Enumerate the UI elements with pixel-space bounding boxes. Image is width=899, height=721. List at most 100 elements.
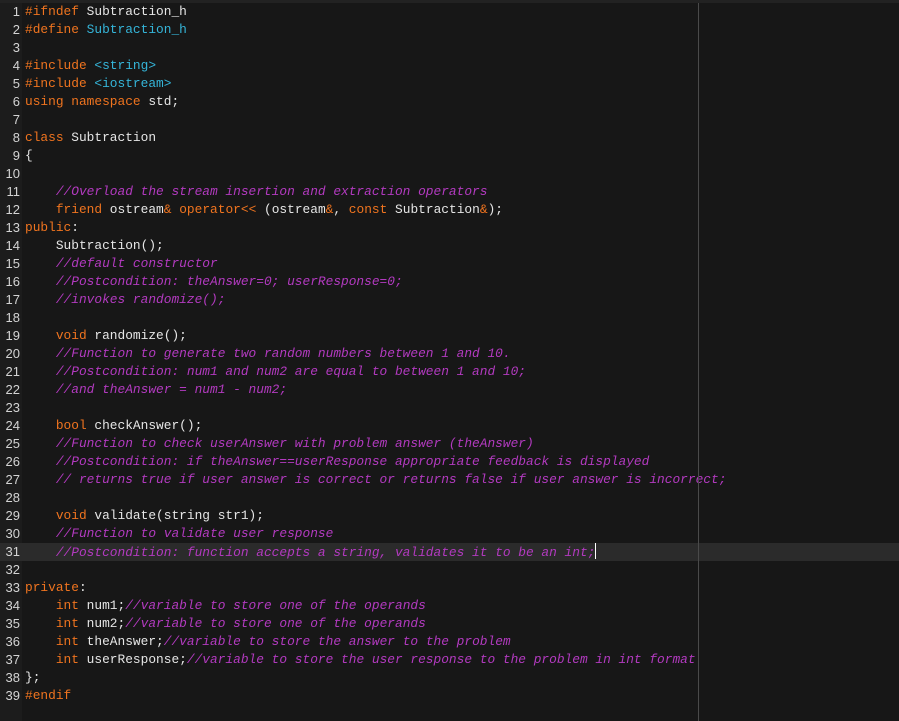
code-line[interactable]: 31 //Postcondition: function accepts a s… xyxy=(0,543,899,561)
line-number: 32 xyxy=(5,562,20,577)
identifier-token xyxy=(25,364,56,379)
code-line[interactable]: 28 xyxy=(0,489,899,507)
comment-token: //variable to store one of the operands xyxy=(125,598,426,613)
line-number: 18 xyxy=(5,310,20,325)
code-line[interactable]: 39 #endif xyxy=(0,687,899,705)
code-line[interactable]: 30 //Function to validate user response xyxy=(0,525,899,543)
code-line[interactable]: 38}; xyxy=(0,669,899,687)
code-line[interactable]: 11 //Overload the stream insertion and e… xyxy=(0,183,899,201)
identifier-token: Subtraction(); xyxy=(25,238,164,253)
identifier-token xyxy=(25,454,56,469)
identifier-token xyxy=(25,598,56,613)
line-code: //Function to check userAnswer with prob… xyxy=(25,435,534,453)
code-line[interactable]: 29 void validate(string str1); xyxy=(0,507,899,525)
keyword-token: private xyxy=(25,580,79,595)
line-number: 27 xyxy=(5,472,20,487)
line-code: { xyxy=(25,147,33,165)
line-number: 7 xyxy=(12,112,20,127)
code-line[interactable]: 7 xyxy=(0,111,899,129)
preprocessor-token: #endif xyxy=(25,688,72,703)
code-line[interactable]: 4 #include <string> xyxy=(0,57,899,75)
line-number: 12 xyxy=(5,202,20,217)
line-number: 25 xyxy=(5,436,20,451)
line-number: 16 xyxy=(5,274,20,289)
line-code: Subtraction(); xyxy=(25,237,164,255)
code-editor[interactable]: 1 #ifndef Subtraction_h 2 #define Subtracti… xyxy=(0,0,899,721)
code-line[interactable]: 17 //invokes randomize(); xyxy=(0,291,899,309)
code-line[interactable]: 15 //default constructor xyxy=(0,255,899,273)
code-line[interactable]: 2 #define Subtraction_h xyxy=(0,21,899,39)
identifier-token xyxy=(25,346,56,361)
code-line[interactable]: 8 class Subtraction xyxy=(0,129,899,147)
identifier-token xyxy=(25,382,56,397)
line-code: void validate(string str1); xyxy=(25,507,264,525)
identifier-token xyxy=(25,545,56,560)
macro-token: Subtraction_h xyxy=(86,22,187,37)
line-number: 35 xyxy=(5,616,20,631)
code-lines[interactable]: 1 #ifndef Subtraction_h 2 #define Subtracti… xyxy=(0,3,899,705)
line-code: int num1;//variable to store one of the … xyxy=(25,597,426,615)
line-code: bool checkAnswer(); xyxy=(25,417,202,435)
identifier-token xyxy=(25,328,56,343)
code-line[interactable]: 37 int userResponse;//variable to store … xyxy=(0,651,899,669)
code-line[interactable]: 27 // returns true if user answer is cor… xyxy=(0,471,899,489)
code-line[interactable]: 34 int num1;//variable to store one of t… xyxy=(0,597,899,615)
code-line[interactable]: 36 int theAnswer;//variable to store the… xyxy=(0,633,899,651)
identifier-token: ostream xyxy=(102,202,164,217)
code-line[interactable]: 21 //Postcondition: num1 and num2 are eq… xyxy=(0,363,899,381)
line-number: 28 xyxy=(5,490,20,505)
keyword-token: public xyxy=(25,220,72,235)
code-line[interactable]: 6 using namespace std; xyxy=(0,93,899,111)
code-line[interactable]: 23 xyxy=(0,399,899,417)
keyword-token: using xyxy=(25,94,64,109)
keyword-token: void xyxy=(55,328,87,343)
code-line[interactable]: 20 //Function to generate two random num… xyxy=(0,345,899,363)
preprocessor-token: #include xyxy=(25,76,87,91)
code-line[interactable]: 22 //and theAnswer = num1 - num2; xyxy=(0,381,899,399)
line-number: 1 xyxy=(12,4,20,19)
punctuation-token: : xyxy=(71,220,79,235)
code-line[interactable]: 19 void randomize(); xyxy=(0,327,899,345)
code-line[interactable]: 1 #ifndef Subtraction_h xyxy=(0,3,899,21)
code-line[interactable]: 35 int num2;//variable to store one of t… xyxy=(0,615,899,633)
line-number: 31 xyxy=(5,544,20,559)
column-ruler xyxy=(698,3,699,721)
comment-token: //Postcondition: theAnswer=0; userRespon… xyxy=(55,274,403,289)
code-line[interactable]: 32 xyxy=(0,561,899,579)
code-line[interactable]: 9{ xyxy=(0,147,899,165)
line-code: #ifndef Subtraction_h xyxy=(25,3,187,21)
line-code: }; xyxy=(25,669,40,687)
line-number: 8 xyxy=(12,130,20,145)
identifier-token: std; xyxy=(140,94,180,109)
line-number: 38 xyxy=(5,670,20,685)
comment-token: //Function to generate two random number… xyxy=(55,346,511,361)
line-number: 2 xyxy=(12,22,20,37)
keyword-token: void xyxy=(55,508,87,523)
code-line[interactable]: 3 xyxy=(0,39,899,57)
comment-token: //Function to validate user response xyxy=(55,526,334,541)
line-code: #endif xyxy=(25,687,71,705)
line-number: 6 xyxy=(12,94,20,109)
code-line[interactable]: 12 friend ostream& operator<< (ostream&,… xyxy=(0,201,899,219)
keyword-token: const xyxy=(348,202,388,217)
comment-token: //variable to store the user response to… xyxy=(186,652,696,667)
code-line[interactable]: 16 //Postcondition: theAnswer=0; userRes… xyxy=(0,273,899,291)
code-line[interactable]: 25 //Function to check userAnswer with p… xyxy=(0,435,899,453)
code-line[interactable]: 33 private: xyxy=(0,579,899,597)
code-line[interactable]: 5 #include <iostream> xyxy=(0,75,899,93)
code-line[interactable]: 14 Subtraction(); xyxy=(0,237,899,255)
line-code: using namespace std; xyxy=(25,93,179,111)
line-code: #define Subtraction_h xyxy=(25,21,187,39)
code-line[interactable]: 26 //Postcondition: if theAnswer==userRe… xyxy=(0,453,899,471)
comment-token: //Postcondition: num1 and num2 are equal… xyxy=(55,364,527,379)
line-code: //Postcondition: if theAnswer==userRespo… xyxy=(25,453,649,471)
preprocessor-token: #ifndef xyxy=(25,4,79,19)
line-number: 4 xyxy=(12,58,20,73)
operator-token: & xyxy=(479,202,488,217)
code-line[interactable]: 18 xyxy=(0,309,899,327)
comment-token: //and theAnswer = num1 - num2; xyxy=(55,382,288,397)
code-line[interactable]: 24 bool checkAnswer(); xyxy=(0,417,899,435)
code-line[interactable]: 10 xyxy=(0,165,899,183)
code-line[interactable]: 13 public: xyxy=(0,219,899,237)
keyword-token: int xyxy=(55,652,79,667)
